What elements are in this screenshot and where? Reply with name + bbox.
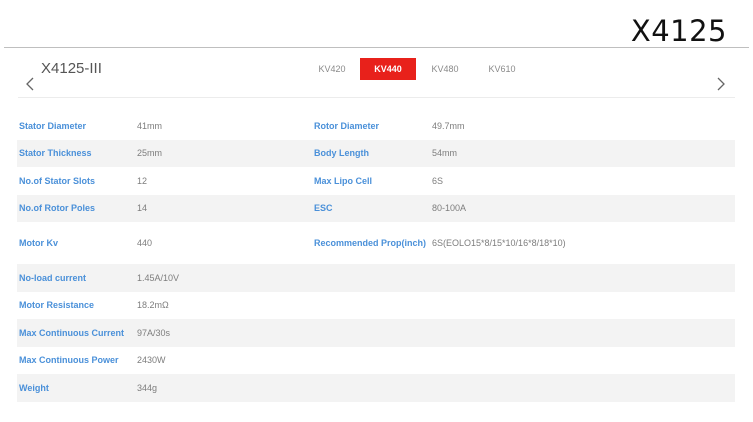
tab-kv610[interactable]: KV610 bbox=[474, 58, 530, 80]
chevron-right-icon[interactable] bbox=[711, 72, 731, 96]
spec-label: Motor Resistance bbox=[19, 300, 95, 311]
table-row: No.of Stator Slots 12 Max Lipo Cell 6S bbox=[17, 167, 735, 195]
spec-label: Max Lipo Cell bbox=[314, 175, 373, 186]
spec-value: 1.45A/10V bbox=[137, 272, 180, 283]
spec-label: Max Continuous Power bbox=[19, 355, 119, 366]
table-row: Max Continuous Current 97A/30s bbox=[17, 319, 735, 347]
table-row: Weight 344g bbox=[17, 374, 735, 402]
divider bbox=[18, 97, 735, 98]
table-row: No-load current 1.45A/10V bbox=[17, 264, 735, 292]
kv-tabs: KV420 KV440 KV480 KV610 bbox=[306, 58, 532, 80]
spec-value: 14 bbox=[137, 203, 148, 214]
spec-label: Recommended Prop(inch) bbox=[314, 238, 427, 248]
spec-value: 12 bbox=[137, 175, 148, 186]
spec-label: Rotor Diameter bbox=[314, 120, 380, 131]
tab-kv440[interactable]: KV440 bbox=[360, 58, 416, 80]
spec-label: No-load current bbox=[19, 272, 87, 283]
tab-kv420[interactable]: KV420 bbox=[306, 58, 358, 80]
divider bbox=[4, 47, 749, 48]
table-row: Motor Resistance 18.2mΩ bbox=[17, 292, 735, 320]
spec-label: Motor Kv bbox=[19, 238, 58, 248]
spec-value: 6S bbox=[432, 175, 444, 186]
table-row: Max Continuous Power 2430W bbox=[17, 347, 735, 375]
table-row: No.of Rotor Poles 14 ESC 80-100A bbox=[17, 194, 735, 222]
spec-label: Stator Diameter bbox=[19, 120, 87, 131]
spec-value: 25mm bbox=[137, 148, 163, 159]
spec-label: Weight bbox=[19, 382, 49, 393]
tab-kv480[interactable]: KV480 bbox=[418, 58, 472, 80]
spec-value: 440 bbox=[137, 238, 153, 248]
table-row: Stator Diameter 41mm Rotor Diameter 49.7… bbox=[17, 112, 735, 140]
chevron-left-icon[interactable] bbox=[20, 72, 40, 96]
spec-value: 344g bbox=[137, 382, 158, 393]
spec-label: Max Continuous Current bbox=[19, 327, 124, 338]
table-row: Motor Kv 440 Recommended Prop(inch) 6S(E… bbox=[17, 222, 735, 264]
spec-value: 18.2mΩ bbox=[137, 300, 169, 311]
spec-value: 80-100A bbox=[432, 203, 467, 214]
spec-label: No.of Stator Slots bbox=[19, 175, 95, 186]
spec-label: No.of Rotor Poles bbox=[19, 203, 95, 214]
spec-value: 41mm bbox=[137, 120, 163, 131]
table-row: Stator Thickness 25mm Body Length 54mm bbox=[17, 139, 735, 167]
spec-label: ESC bbox=[314, 203, 333, 214]
spec-value: 6S(EOLO15*8/15*10/16*8/18*10) bbox=[432, 238, 566, 248]
spec-value: 2430W bbox=[137, 355, 166, 366]
spec-value: 54mm bbox=[432, 148, 458, 159]
page-title: X4125 bbox=[630, 14, 727, 48]
spec-value: 97A/30s bbox=[137, 327, 171, 338]
model-name: X4125-III bbox=[41, 60, 102, 77]
spec-label: Stator Thickness bbox=[19, 148, 92, 159]
spec-table: Stator Diameter 41mm Rotor Diameter 49.7… bbox=[17, 112, 735, 402]
spec-label: Body Length bbox=[314, 148, 369, 159]
spec-value: 49.7mm bbox=[432, 120, 465, 131]
